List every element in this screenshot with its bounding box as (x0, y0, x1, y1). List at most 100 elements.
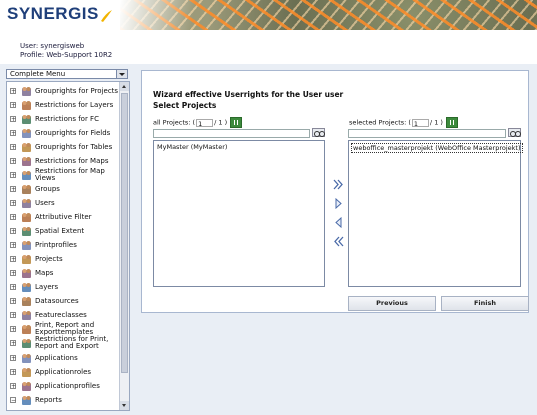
datasources-icon (22, 297, 31, 306)
all-projects-pager: all Projects: (1/ 1 ) (153, 117, 243, 128)
selected-projects-label: selected Projects: ( (349, 118, 411, 127)
expand-toggle-icon[interactable]: + (10, 88, 16, 95)
sidebar-item[interactable]: + Restrictions for Map Views (10, 168, 118, 183)
expand-toggle-icon[interactable]: + (10, 340, 16, 347)
restriction-fc-icon (22, 115, 31, 124)
go-page-icon[interactable] (230, 117, 243, 128)
chevron-down-icon[interactable] (116, 70, 127, 78)
sidebar-item-label: Grouprights for Projects (35, 87, 119, 95)
expand-toggle-icon[interactable]: + (10, 158, 16, 165)
sidebar-item[interactable]: + Grouprights for Fields (10, 127, 118, 141)
sidebar-item-label: Maps (35, 269, 54, 277)
expand-toggle-icon[interactable]: + (10, 214, 16, 221)
layers-icon (22, 283, 31, 292)
group-rights-icon (22, 87, 31, 96)
sidebar-item-label: Featureclasses (35, 311, 87, 319)
expand-toggle-icon[interactable]: + (10, 383, 16, 390)
selected-projects-list[interactable]: weboffice_masterprojekt (WebOffice Maste… (348, 140, 523, 287)
sidebar-item[interactable]: + Restrictions for Layers (10, 99, 118, 113)
templates-icon (22, 325, 31, 334)
scroll-down-icon[interactable] (120, 401, 129, 410)
expand-toggle-icon[interactable]: + (10, 242, 16, 249)
expand-toggle-icon[interactable]: − (10, 397, 16, 404)
users-icon (22, 199, 31, 208)
list-item[interactable]: weboffice_masterprojekt (WebOffice Maste… (351, 143, 523, 153)
expand-toggle-icon[interactable]: + (10, 186, 16, 193)
sidebar-item[interactable]: + Printprofiles (10, 239, 118, 253)
expand-toggle-icon[interactable]: + (10, 369, 16, 376)
sidebar-item-label: Projects (35, 255, 63, 263)
all-projects-list[interactable]: MyMaster (MyMaster) (153, 140, 325, 287)
sidebar-item[interactable]: + Applicationprofiles (10, 380, 118, 394)
sidebar-item[interactable]: + Spatial Extent (10, 225, 118, 239)
all-projects-total: 1 (218, 118, 223, 127)
sidebar-item[interactable]: + Datasources (10, 295, 118, 309)
restriction-print-icon (22, 339, 31, 348)
sidebar-item[interactable]: + Grouprights for Tables (10, 141, 118, 155)
sidebar-item-label: Spatial Extent (35, 227, 85, 235)
finish-button[interactable]: Finish (441, 296, 529, 311)
selected-projects-filter-input[interactable] (348, 129, 506, 138)
sidebar-item[interactable]: + Users (10, 197, 118, 211)
expand-toggle-icon[interactable]: + (10, 102, 16, 109)
list-item[interactable]: MyMaster (MyMaster) (156, 143, 228, 151)
sidebar-item[interactable]: + Applicationroles (10, 366, 118, 380)
menu-scrollbar[interactable] (119, 82, 129, 410)
move-left-icon[interactable] (333, 217, 344, 228)
search-binoculars-icon[interactable] (508, 128, 521, 137)
header: SYNERGIS User: synergisweb Profile: Web-… (0, 0, 537, 64)
all-projects-filter-input[interactable] (153, 129, 310, 138)
search-binoculars-icon[interactable] (312, 128, 325, 137)
expand-toggle-icon[interactable]: + (10, 172, 16, 179)
go-page-icon[interactable] (445, 117, 458, 128)
expand-toggle-icon[interactable]: + (10, 355, 16, 362)
sidebar-item[interactable]: + Restrictions for FC (10, 113, 118, 127)
sidebar-item[interactable]: + Maps (10, 267, 118, 281)
sidebar-item[interactable]: + Grouprights for Projects (10, 85, 118, 99)
sidebar-item[interactable]: + Attributive Filter (10, 211, 118, 225)
expand-toggle-icon[interactable]: + (10, 116, 16, 123)
menu-select-dropdown[interactable]: Complete Menu (6, 69, 128, 79)
expand-toggle-icon[interactable]: + (10, 270, 16, 277)
sidebar-item[interactable]: + Layers (10, 281, 118, 295)
expand-toggle-icon[interactable]: + (10, 326, 16, 333)
sidebar-item-label: Restrictions for Maps (35, 157, 109, 165)
header-banner-map-image (120, 0, 537, 30)
all-projects-page-input[interactable]: 1 (196, 118, 214, 128)
all-projects-label: all Projects: ( (153, 118, 196, 127)
sidebar-item[interactable]: + Restrictions for Print, Report and Expo… (10, 336, 118, 351)
sidebar-item-label: Groups (35, 185, 60, 193)
expand-toggle-icon[interactable]: + (10, 298, 16, 305)
group-rights-icon (22, 129, 31, 138)
expand-toggle-icon[interactable]: + (10, 284, 16, 291)
expand-toggle-icon[interactable]: + (10, 200, 16, 207)
approles-icon (22, 368, 31, 377)
scroll-up-icon[interactable] (120, 82, 129, 91)
move-all-left-icon[interactable] (333, 236, 344, 247)
groups-icon (22, 185, 31, 194)
scroll-thumb[interactable] (121, 93, 128, 373)
navigation-tree: + Grouprights for Projects + Restrictions f… (6, 81, 130, 411)
expand-toggle-icon[interactable]: + (10, 130, 16, 137)
selected-projects-sep: / (429, 118, 433, 127)
expand-toggle-icon[interactable]: + (10, 256, 16, 263)
sidebar-item[interactable]: + Groups (10, 183, 118, 197)
sidebar-item-label: Applications (35, 354, 78, 362)
sidebar-item-label: Datasources (35, 297, 79, 305)
move-right-icon[interactable] (333, 198, 344, 209)
move-all-right-icon[interactable] (333, 179, 344, 190)
sidebar-item[interactable]: − Reports (10, 394, 118, 408)
sidebar-item[interactable]: + Applications (10, 352, 118, 366)
expand-toggle-icon[interactable]: + (10, 228, 16, 235)
sidebar-item-label: Attributive Filter (35, 213, 92, 221)
selected-projects-close-paren: ) (440, 118, 443, 127)
wizard-panel: Wizard effective Userrights for the User… (141, 70, 529, 313)
all-projects-close-paren: ) (224, 118, 228, 127)
expand-toggle-icon[interactable]: + (10, 144, 16, 151)
sidebar-item[interactable]: + Projects (10, 253, 118, 267)
previous-button[interactable]: Previous (348, 296, 436, 311)
maps-icon (22, 269, 31, 278)
sidebar-item-label: Printprofiles (35, 241, 77, 249)
selected-projects-page-input[interactable]: 1 (411, 118, 429, 128)
expand-toggle-icon[interactable]: + (10, 312, 16, 319)
